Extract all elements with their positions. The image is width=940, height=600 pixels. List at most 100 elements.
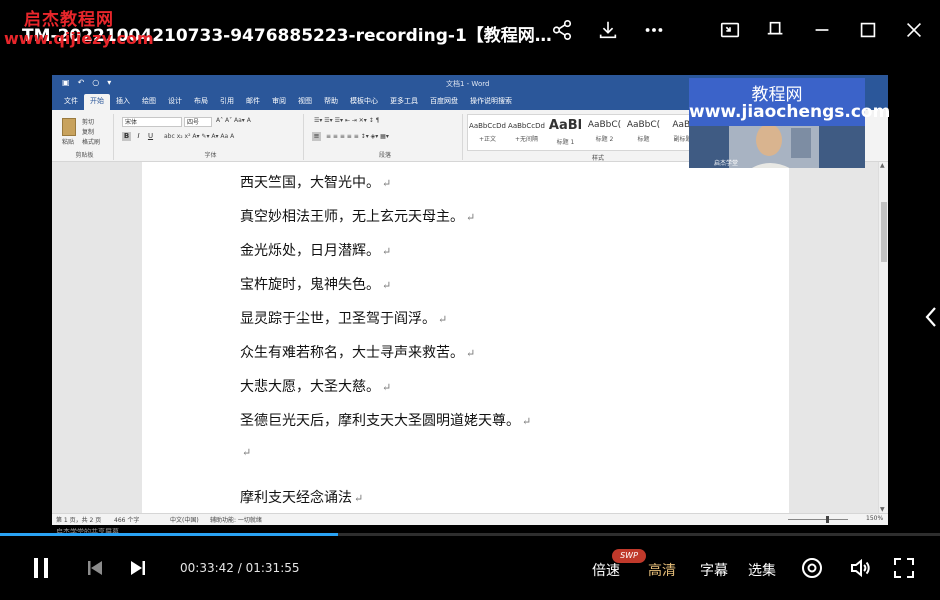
next-icon[interactable] xyxy=(128,555,148,581)
font-name-box: 宋体 xyxy=(122,117,182,127)
download-icon[interactable] xyxy=(596,18,620,42)
font-size-box: 四号 xyxy=(184,117,212,127)
previous-icon[interactable] xyxy=(85,555,105,581)
target-icon[interactable] xyxy=(800,556,824,580)
paragraph-mark: ↵ xyxy=(466,347,476,360)
word-tab: 插入 xyxy=(116,97,130,105)
zoom-slider xyxy=(788,519,848,520)
align-icons: ≡ ≡ ≡ ≡ ≡ ↕▾ ◈▾ ▦▾ xyxy=(326,133,389,140)
word-document-area: 西天竺国，大智光中。 ↵ 真空妙相法王师，无上玄元天母主。 ↵ 金光烁处，日月潜辉。 ↵ 宝… xyxy=(52,162,888,513)
brand-url: www.jiaochengs.com xyxy=(689,102,891,122)
volume-icon[interactable] xyxy=(848,556,872,580)
word-tab: 模板中心 xyxy=(350,97,378,105)
document-line: 显灵踪于尘世，卫圣驾于阎浮。 ↵ xyxy=(240,308,447,328)
window-controls xyxy=(550,18,926,42)
document-line-text: 摩利支天经念诵法 xyxy=(240,490,352,506)
paragraph-mark: ↵ xyxy=(466,211,476,224)
style-preview: AaBbC( xyxy=(626,120,661,130)
paragraph-mark: ↵ xyxy=(354,492,364,505)
word-vertical-scrollbar: ▲ ▼ xyxy=(878,162,888,513)
style-preview: AaBbC( xyxy=(587,120,622,130)
share-icon[interactable] xyxy=(550,18,574,42)
episodes-button[interactable]: 选集 xyxy=(748,560,776,580)
quality-button[interactable]: 高清 xyxy=(648,560,676,580)
style-name: 标题 2 xyxy=(595,136,614,143)
subtitle-button[interactable]: 字幕 xyxy=(700,560,728,580)
word-tab: 视图 xyxy=(298,97,312,105)
word-page: 西天竺国，大智光中。 ↵ 真空妙相法王师，无上玄元天母主。 ↵ 金光烁处，日月潜辉。 ↵ 宝… xyxy=(142,162,789,513)
word-count: 466 个字 xyxy=(114,517,140,524)
style-name: +无间隔 xyxy=(514,136,539,143)
player-title-bar: TM-20221004210733-9476885223-recording-1… xyxy=(0,0,940,62)
document-line: 宝杵旋时，鬼神失色。 ↵ xyxy=(240,274,391,294)
paste-icon xyxy=(62,118,76,136)
scroll-up-icon: ▲ xyxy=(880,162,885,169)
chevron-left-icon[interactable] xyxy=(924,305,938,329)
document-line-text: 金光烁处，日月潜辉。 xyxy=(240,243,380,259)
pin-icon[interactable] xyxy=(764,18,788,42)
fullscreen-icon[interactable] xyxy=(892,556,916,580)
speed-badge: SWP xyxy=(612,549,646,563)
style-name: 标题 xyxy=(637,136,650,143)
font-effects-icons: abc x₂ x² A▾ ✎▾ A▾ Aa A xyxy=(164,133,235,140)
document-line-text: 大悲大愿，大圣大慈。 xyxy=(240,379,380,395)
word-tab: 开始 xyxy=(84,94,110,110)
style-name: +正文 xyxy=(478,136,497,143)
minimize-icon[interactable] xyxy=(810,18,834,42)
list-icons: ☰▾ ☰▾ ☰▾ ⇤ ⇥ ✕▾ ↕ ¶ xyxy=(314,117,380,124)
word-tab: 更多工具 xyxy=(390,97,418,105)
copy-label: 复制 xyxy=(82,129,95,136)
document-line: 众生有难若称名，大士寻声来救苦。 ↵ xyxy=(240,342,475,362)
style-preview: AaBbCcDd xyxy=(508,122,545,130)
paragraph-mark: ↵ xyxy=(382,381,392,394)
styles-gallery: AaBbCcDd +正文 AaBbCcDd +无间隔 AaBl 标题 1 AaBbC( 标题 … xyxy=(467,114,705,151)
paragraph-mark: ↵ xyxy=(438,313,448,326)
style-preview: AaBbCcDd xyxy=(469,122,506,130)
document-line: 圣德巨光天后，摩利支天大圣圆明道姥天尊。 ↵ xyxy=(240,410,531,430)
paste-label: 粘贴 xyxy=(62,139,75,146)
document-line: 大悲大愿，大圣大慈。 ↵ xyxy=(240,376,391,396)
time-current: 00:33:42 xyxy=(180,561,234,575)
style-name: 标题 1 xyxy=(556,139,575,146)
page-count: 第 1 页，共 2 页 xyxy=(56,517,102,524)
paragraph-mark: ↵ xyxy=(382,177,392,190)
style-item: AaBl 标题 1 xyxy=(546,115,585,150)
document-line: 金光烁处，日月潜辉。 ↵ xyxy=(240,240,391,260)
word-tab: 审阅 xyxy=(272,97,286,105)
document-line-text: 宝杵旋时，鬼神失色。 xyxy=(240,277,380,293)
word-document-title: 文档1 - Word xyxy=(446,80,490,88)
cut-label: 剪切 xyxy=(82,119,95,126)
word-tab: 帮助 xyxy=(324,97,338,105)
word-tab: 布局 xyxy=(194,97,208,105)
more-icon[interactable] xyxy=(642,18,666,42)
style-item: AaBbC( 标题 xyxy=(624,115,663,150)
time-display: 00:33:42 / 01:31:55 xyxy=(180,561,300,575)
speed-button[interactable]: 倍速 xyxy=(592,560,620,580)
scroll-thumb xyxy=(881,202,887,262)
document-line-text: 西天竺国，大智光中。 xyxy=(240,175,380,191)
style-item: AaBbCcDd +正文 xyxy=(468,115,507,150)
webcam-label: 启杰学堂 xyxy=(714,160,739,167)
style-preview: AaBl xyxy=(548,118,583,133)
pip-icon[interactable] xyxy=(718,18,742,42)
clipboard-group-label: 剪贴板 xyxy=(75,152,94,159)
maximize-icon[interactable] xyxy=(856,18,880,42)
word-tab: 文件 xyxy=(64,97,78,105)
undo-icon: ↶ xyxy=(77,78,85,87)
customize-icon: ▾ xyxy=(107,78,112,87)
document-line: 真空妙相法王师，无上玄元天母主。 ↵ xyxy=(240,206,475,226)
quick-access-toolbar: ▣ ↶ ○ ▾ xyxy=(62,78,111,87)
format-painter-label: 格式刷 xyxy=(82,139,101,146)
paragraph-group: ☰▾ ☰▾ ☰▾ ⇤ ⇥ ✕▾ ↕ ¶ ≡ ≡ ≡ ≡ ≡ ≡ ↕▾ ◈▾ ▦▾… xyxy=(308,114,463,160)
font-group-label: 字体 xyxy=(204,152,217,159)
word-tab: 邮件 xyxy=(246,97,260,105)
time-separator: / xyxy=(237,561,242,575)
style-item: AaBbC( 标题 2 xyxy=(585,115,624,150)
word-tab: 绘图 xyxy=(142,97,156,105)
document-line-text: 真空妙相法王师，无上玄元天母主。 xyxy=(240,209,464,225)
accessibility-status: 辅助功能: 一切就绪 xyxy=(210,517,262,524)
word-tab: 百度网盘 xyxy=(430,97,458,105)
close-icon[interactable] xyxy=(902,18,926,42)
style-item: AaBbCcDd +无间隔 xyxy=(507,115,546,150)
pause-icon[interactable] xyxy=(30,555,52,581)
